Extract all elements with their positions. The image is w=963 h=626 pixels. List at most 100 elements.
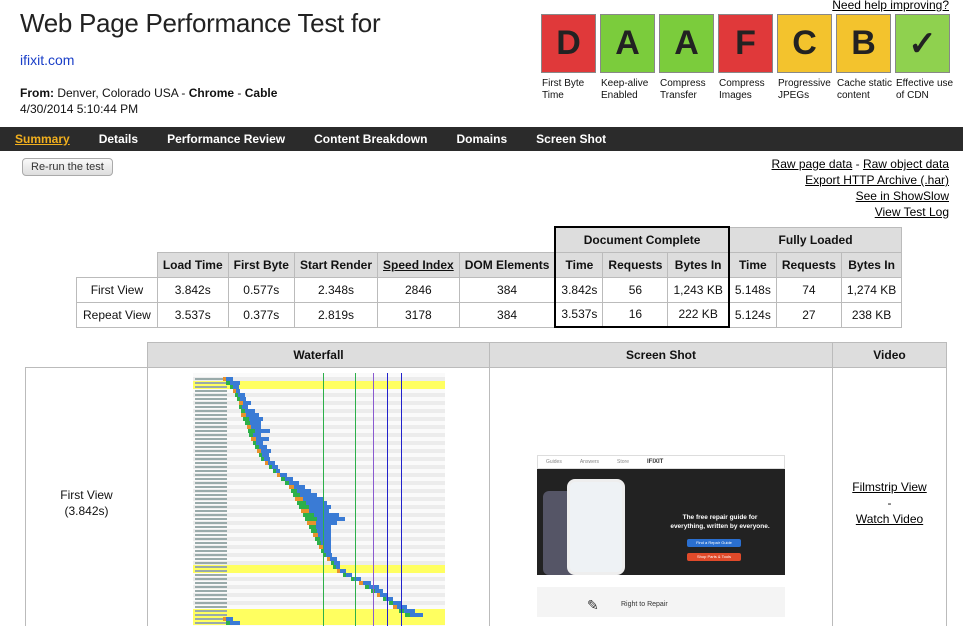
location-text: Denver, Colorado USA — [57, 86, 179, 100]
cell-dc-bytes: 1,243 KB — [667, 276, 730, 303]
col-first-byte: First Byte — [227, 251, 295, 278]
cell-fl-time: 5.124s — [728, 301, 777, 328]
video-cell: Filmstrip View - Watch Video — [832, 367, 947, 626]
cell-fl-requests: 27 — [775, 301, 842, 328]
waterfall-row-label — [194, 566, 227, 568]
ss-bottom-text: Right to Repair — [621, 601, 668, 608]
waterfall-row-label — [194, 514, 227, 516]
grade-item[interactable]: D First Byte Time — [541, 14, 600, 102]
phone-image — [567, 479, 625, 575]
watch-video-link[interactable]: Watch Video — [833, 511, 946, 527]
cell-speed-index: 3178 — [377, 301, 460, 328]
cell-first-byte: 0.577s — [227, 276, 295, 303]
help-improving-link[interactable]: Need help improving? — [832, 0, 949, 12]
view-test-log-link[interactable]: View Test Log — [875, 205, 949, 219]
waterfall-row-label — [194, 522, 227, 524]
rerun-test-button[interactable]: Re-run the test — [22, 158, 113, 176]
screenshot-bottom: ✎ Right to Repair — [537, 587, 785, 617]
filmstrip-view-link[interactable]: Filmstrip View — [833, 479, 946, 495]
waterfall-row-label — [194, 558, 227, 560]
tab-screen-shot[interactable]: Screen Shot — [536, 132, 606, 146]
cell-dc-bytes: 222 KB — [667, 301, 730, 328]
cell-dc-time: 3.537s — [554, 301, 604, 328]
col-speed-index[interactable]: Speed Index — [377, 251, 460, 278]
grade-label: First Byte Time — [542, 78, 585, 101]
raw-page-data-link[interactable]: Raw page data — [772, 157, 853, 171]
waterfall-row-label — [194, 534, 227, 536]
waterfall-row-label — [194, 450, 227, 452]
document-complete-header: Document Complete — [554, 226, 730, 253]
waterfall-row-label — [194, 482, 227, 484]
cell-dc-time: 3.842s — [554, 276, 604, 303]
tab-domains[interactable]: Domains — [456, 132, 507, 146]
waterfall-row-label — [194, 586, 227, 588]
waterfall-row-label — [194, 550, 227, 552]
grade-item[interactable]: B Cache static content — [836, 14, 895, 102]
cell-dc-requests: 56 — [602, 276, 669, 303]
grade-letter[interactable]: B — [836, 14, 891, 73]
waterfall-row-label — [194, 498, 227, 500]
cell-speed-index: 2846 — [377, 276, 460, 303]
grade-letter[interactable]: F — [718, 14, 773, 73]
cell-fl-bytes: 238 KB — [840, 301, 903, 328]
grade-label: Progressive JPEGs — [778, 78, 831, 101]
site-link[interactable]: ifixit.com — [20, 52, 74, 68]
test-date: 4/30/2014 5:10:44 PM — [20, 102, 139, 116]
grade-item[interactable]: C Progressive JPEGs — [777, 14, 836, 102]
ss-brand: IFIXIT — [646, 459, 664, 465]
tab-summary[interactable]: Summary — [15, 132, 70, 146]
col-dom-elements: DOM Elements — [458, 251, 556, 278]
grade-item[interactable]: ✓ Effective use of CDN — [895, 14, 954, 102]
separator: - — [852, 157, 863, 171]
waterfall-row-label — [194, 442, 227, 444]
waterfall-thumbnail[interactable] — [192, 373, 445, 626]
tab-content-breakdown[interactable]: Content Breakdown — [314, 132, 427, 146]
tab-details[interactable]: Details — [99, 132, 138, 146]
from-label: From: — [20, 86, 54, 100]
waterfall-row-label — [194, 546, 227, 548]
waterfall-row-label — [194, 578, 227, 580]
showslow-link[interactable]: See in ShowSlow — [856, 189, 949, 203]
browser-text: Chrome — [188, 86, 235, 100]
waterfall-row-label — [194, 574, 227, 576]
waterfall-row-label — [194, 602, 227, 604]
waterfall-row-label — [194, 458, 227, 460]
grade-item[interactable]: F Compress Images — [718, 14, 777, 102]
waterfall-row — [192, 621, 445, 625]
grade-label: Effective use of CDN — [896, 78, 954, 101]
grade-label: Cache static content — [837, 78, 893, 101]
tab-performance-review[interactable]: Performance Review — [167, 132, 285, 146]
waterfall-row-label — [194, 398, 227, 400]
col-dc-requests: Requests — [602, 251, 669, 278]
grade-item[interactable]: A Compress Transfer — [659, 14, 718, 102]
waterfall-cell — [147, 367, 490, 626]
screenshot-hero: The free repair guide for everything, wr… — [537, 469, 785, 575]
waterfall-row-label — [194, 478, 227, 480]
ss-nav-item: Store — [617, 459, 629, 465]
grade-item[interactable]: A Keep-alive Enabled — [600, 14, 659, 102]
waterfall-row-label — [194, 434, 227, 436]
waterfall-row-label — [194, 590, 227, 592]
grade-label: Compress Transfer — [660, 78, 706, 101]
raw-object-data-link[interactable]: Raw object data — [863, 157, 949, 171]
waterfall-row-label — [194, 446, 227, 448]
waterfall-row-label — [194, 554, 227, 556]
waterfall-row-label — [194, 542, 227, 544]
waterfall-marker-line — [386, 373, 388, 626]
screenshot-thumbnail[interactable]: Guides Answers Store IFIXIT The free rep… — [537, 455, 785, 617]
grade-letter[interactable]: D — [541, 14, 596, 73]
waterfall-marker-line — [372, 373, 374, 626]
grade-letter[interactable]: ✓ — [895, 14, 950, 73]
waterfall-row-label — [194, 502, 227, 504]
row-label: First View — [76, 276, 158, 303]
ss-nav-item: Guides — [546, 459, 562, 465]
cell-start-render: 2.819s — [293, 301, 379, 328]
waterfall-row-label — [194, 562, 227, 564]
waterfall-row-label — [194, 390, 227, 392]
grade-letter[interactable]: A — [600, 14, 655, 73]
grade-letter[interactable]: C — [777, 14, 832, 73]
grade-letter[interactable]: A — [659, 14, 714, 73]
export-har-link[interactable]: Export HTTP Archive (.har) — [805, 173, 949, 187]
grade-label: Keep-alive Enabled — [601, 78, 649, 101]
grade-label: Compress Images — [719, 78, 765, 101]
